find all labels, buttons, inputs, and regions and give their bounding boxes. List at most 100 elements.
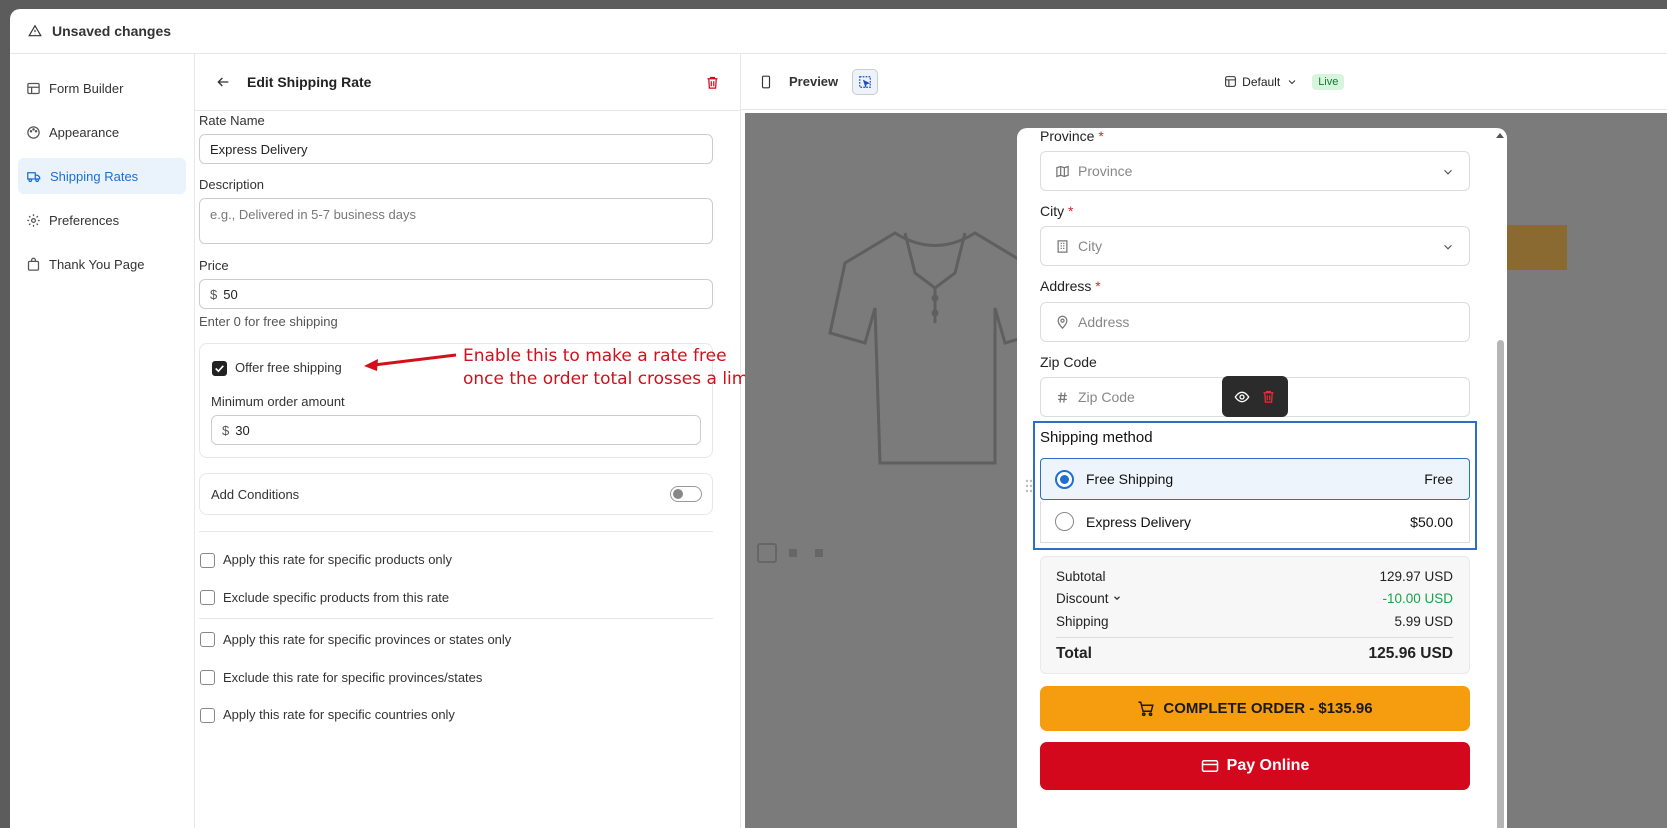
- discount-value: -10.00 USD: [1382, 591, 1453, 606]
- chevron-down-icon: [1444, 244, 1452, 250]
- truck-icon: [27, 171, 41, 182]
- province-placeholder: Province: [1078, 163, 1133, 179]
- free-shipping-label: Offer free shipping: [235, 360, 342, 375]
- radio-button[interactable]: [1055, 469, 1074, 489]
- theme-icon: [1225, 76, 1237, 87]
- shirt-image: [828, 231, 1042, 465]
- annotation-text: Enable this to make a rate free once the…: [463, 345, 760, 391]
- gear-icon: [27, 213, 40, 227]
- address-placeholder: Address: [1078, 314, 1130, 330]
- annotation-line-1: Enable this to make a rate free: [463, 346, 727, 366]
- specific-products-label: Apply this rate for specific products on…: [223, 552, 453, 567]
- edit-panel-header: Edit Shipping Rate: [195, 54, 740, 111]
- specific-products-checkbox[interactable]: [200, 553, 215, 568]
- price-input[interactable]: $ 50: [199, 279, 713, 309]
- address-label: Address *: [1040, 278, 1101, 294]
- mobile-icon[interactable]: [759, 74, 773, 90]
- unsaved-changes-text: Unsaved changes: [52, 23, 172, 39]
- sidebar-item-label: Preferences: [49, 212, 120, 228]
- exclude-provinces-label: Exclude this rate for specific provinces…: [223, 670, 483, 685]
- sidebar-item-preferences[interactable]: Preferences: [18, 202, 186, 238]
- sidebar-item-thank-you-page[interactable]: Thank You Page: [18, 246, 186, 282]
- specific-countries-label: Apply this rate for specific countries o…: [223, 707, 455, 722]
- shipping-option-free[interactable]: Free Shipping Free: [1040, 458, 1470, 500]
- province-select[interactable]: Province: [1040, 151, 1470, 191]
- eye-icon[interactable]: [1234, 389, 1250, 405]
- unsaved-changes-bar: Unsaved changes: [10, 9, 1667, 54]
- trash-icon[interactable]: [705, 75, 720, 90]
- city-placeholder: City: [1078, 238, 1103, 254]
- thumbnail: [789, 549, 797, 557]
- exclude-products-label: Exclude specific products from this rate: [223, 590, 450, 605]
- description-placeholder: e.g., Delivered in 5-7 business days: [210, 207, 416, 222]
- min-order-label: Minimum order amount: [211, 394, 345, 409]
- map-icon: [1056, 165, 1069, 177]
- price-value: 50: [223, 286, 238, 302]
- shipping-option-price: Free: [1424, 471, 1453, 487]
- check-icon: [215, 365, 224, 373]
- exclude-provinces-checkbox[interactable]: [200, 670, 215, 685]
- address-input[interactable]: Address: [1040, 302, 1470, 342]
- shipping-option-express[interactable]: Express Delivery $50.00: [1040, 501, 1470, 543]
- zip-placeholder: Zip Code: [1078, 389, 1135, 405]
- city-label: City *: [1040, 203, 1073, 219]
- sidebar-item-form-builder[interactable]: Form Builder: [18, 70, 186, 106]
- drag-handle-icon[interactable]: [1025, 478, 1033, 494]
- exclude-products-checkbox[interactable]: [200, 590, 215, 605]
- trash-icon[interactable]: [1261, 389, 1276, 404]
- cta-peek: [1507, 225, 1567, 270]
- chevron-down-icon: [1288, 79, 1296, 84]
- hash-icon: [1058, 391, 1067, 403]
- required-mark: *: [1068, 203, 1074, 219]
- zip-label: Zip Code: [1040, 354, 1097, 370]
- pay-online-label: Pay Online: [1226, 757, 1310, 774]
- complete-order-button[interactable]: COMPLETE ORDER - $135.96: [1040, 686, 1470, 731]
- chevron-down-icon: [1444, 169, 1452, 175]
- sidebar-item-appearance[interactable]: Appearance: [18, 114, 186, 150]
- form-icon: [27, 82, 40, 94]
- complete-order-label: COMPLETE ORDER - $135.96: [1163, 700, 1373, 717]
- add-conditions-toggle[interactable]: [670, 486, 702, 502]
- sidebar-item-shipping-rates[interactable]: Shipping Rates: [18, 158, 186, 194]
- sidebar-item-label: Appearance: [49, 124, 120, 140]
- theme-name: Default: [1242, 74, 1281, 89]
- rate-name-value: Express Delivery: [210, 141, 308, 157]
- price-label: Price: [199, 258, 229, 273]
- description-textarea[interactable]: e.g., Delivered in 5-7 business days: [199, 198, 713, 244]
- min-order-value: 30: [235, 422, 250, 438]
- warning-icon: [28, 24, 42, 37]
- preview-label: Preview: [789, 74, 839, 89]
- palette-icon: [27, 125, 40, 139]
- specific-countries-checkbox[interactable]: [200, 708, 215, 723]
- status-badge: Live: [1312, 73, 1345, 90]
- specific-provinces-checkbox[interactable]: [200, 632, 215, 647]
- city-select[interactable]: City: [1040, 226, 1470, 266]
- scroll-up-icon[interactable]: [1495, 131, 1505, 139]
- total-label: Total: [1056, 645, 1092, 662]
- thumbnail: [757, 543, 777, 563]
- pay-online-button[interactable]: Pay Online: [1040, 742, 1470, 790]
- specific-provinces-label: Apply this rate for specific provinces o…: [223, 632, 512, 647]
- location-pin-icon: [1057, 315, 1068, 329]
- radio-button[interactable]: [1055, 512, 1074, 531]
- rate-name-label: Rate Name: [199, 113, 265, 128]
- shipping-row: Shipping 5.99 USD: [1056, 614, 1453, 629]
- back-arrow-icon[interactable]: [215, 74, 231, 90]
- sidebar-item-label: Form Builder: [49, 80, 124, 96]
- city-label-text: City: [1040, 203, 1065, 219]
- divider: [199, 618, 713, 619]
- add-conditions-label: Add Conditions: [211, 487, 300, 502]
- theme-selector[interactable]: Default: [1224, 75, 1298, 89]
- free-shipping-checkbox[interactable]: [212, 361, 227, 376]
- annotation-arrow: [364, 353, 457, 371]
- divider: [199, 531, 713, 532]
- order-summary: Subtotal 129.97 USD Discount -10.00 USD …: [1040, 556, 1470, 674]
- shipping-value: 5.99 USD: [1394, 614, 1453, 629]
- cart-icon: [1138, 701, 1155, 716]
- rate-name-input[interactable]: Express Delivery: [199, 134, 713, 164]
- select-element-button[interactable]: [852, 68, 879, 95]
- scrollbar[interactable]: [1497, 340, 1504, 828]
- preview-header: Preview Default Live: [741, 54, 1667, 110]
- discount-row[interactable]: Discount -10.00 USD: [1056, 591, 1453, 606]
- min-order-input[interactable]: $ 30: [211, 415, 701, 445]
